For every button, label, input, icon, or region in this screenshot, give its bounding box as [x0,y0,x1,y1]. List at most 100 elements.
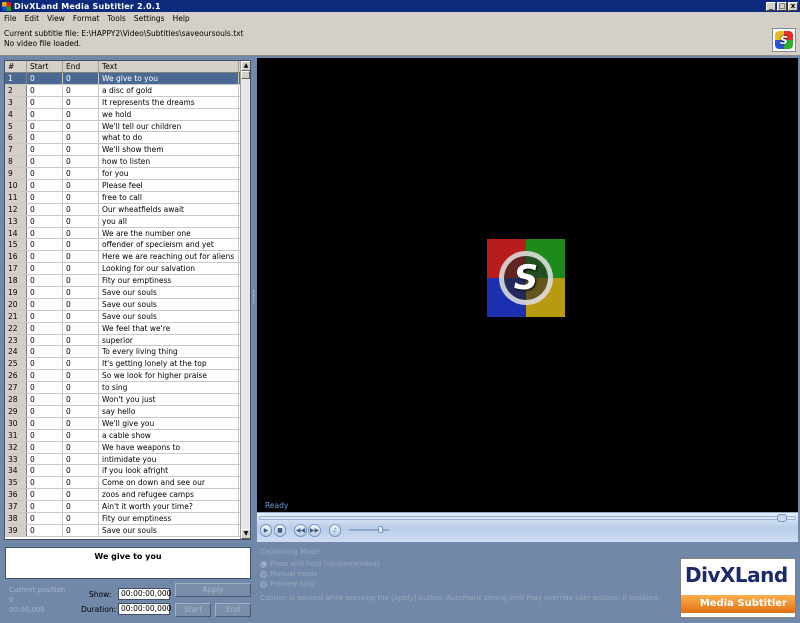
table-row[interactable]: 34 0 0 if you look afright [5,465,241,478]
table-row[interactable]: 200a disc of gold [5,84,241,97]
video-preview: S Ready [257,58,798,512]
table-row[interactable]: 21 0 0 Save our souls [5,310,241,323]
table-row[interactable]: 32 0 0 We have weapons to [5,441,241,454]
table-row[interactable]: 27 0 0 to sing [5,382,241,395]
column-header-text[interactable]: Text [99,61,239,72]
table-row[interactable]: 39 0 0 Save our souls [5,524,241,537]
table-row[interactable]: 16 0 0 Here we are reaching out for aliens [5,251,241,264]
panel-splitter[interactable] [252,60,256,540]
row-start: 0 [27,191,63,203]
minimize-button[interactable]: _ [766,1,776,11]
menu-file[interactable]: File [4,14,17,23]
table-row[interactable]: 15 0 0 offender of specieism and yet [5,239,241,252]
stop-icon[interactable]: ■ [274,524,286,537]
row-end: 0 [63,191,99,203]
menu-view[interactable]: View [47,14,65,23]
row-text: Won't you just [99,394,239,405]
table-row[interactable]: 9 0 0 for you [5,168,241,181]
table-row[interactable]: 4 0 0 we hold [5,108,241,121]
row-end: 0 [63,251,99,263]
row-number: 27 [5,382,27,394]
duration-field[interactable]: 00:00:00,000 [118,603,171,615]
row-start: 0 [27,239,63,251]
table-row[interactable]: 6 0 0 what to do [5,132,241,145]
splitter-grip[interactable] [253,290,255,304]
table-row[interactable]: 14 0 0 We are the number one [5,227,241,240]
menu-edit[interactable]: Edit [25,14,40,23]
table-row[interactable]: 29 0 0 say hello [5,405,241,418]
row-end: 0 [63,417,99,429]
next-icon[interactable]: ▶▶ [308,524,321,537]
table-row[interactable]: 37 0 0 Ain't it worth your time? [5,501,241,513]
table-row[interactable]: 23 0 0 superior [5,334,241,347]
table-row[interactable]: 28 0 0 Won't you just [5,394,241,406]
mode-manual[interactable]: Manual mode [260,570,318,578]
scroll-down-arrow-icon[interactable]: ▼ [241,529,250,539]
player-controls: ▶ ■ ◀◀ ▶▶ ♪ [257,512,798,542]
radio-icon[interactable] [260,580,267,588]
table-scrollbar[interactable]: ▲ ▼ [240,61,250,539]
scroll-up-arrow-icon[interactable]: ▲ [241,61,250,71]
end-button[interactable]: End [215,603,251,617]
table-row[interactable]: 24 0 0 To every living thing [5,346,241,359]
previous-icon[interactable]: ◀◀ [294,524,307,537]
table-row[interactable]: 19 0 0 Save our souls [5,287,241,299]
play-icon[interactable]: ▶ [260,524,272,537]
row-text: Save our souls [99,310,239,322]
mode-preview-only[interactable]: Preview only [260,580,314,588]
brand-product: Media Subtitler [681,595,795,613]
row-end: 0 [63,441,99,453]
radio-selected-icon[interactable] [260,560,267,568]
table-row[interactable]: 30 0 0 We'll give you [5,417,241,430]
volume-handle[interactable] [378,526,383,533]
start-button[interactable]: Start [175,603,211,617]
mute-icon[interactable]: ♪ [329,524,341,537]
volume-slider[interactable] [349,529,389,531]
seek-handle[interactable] [777,514,787,522]
table-row[interactable]: 11 0 0 free to call [5,191,241,204]
row-start: 0 [27,477,63,489]
table-row[interactable]: 22 0 0 We feel that we're [5,322,241,335]
menu-help[interactable]: Help [173,14,190,23]
mode-press-and-hold[interactable]: Press and hold (recommended) [260,560,380,568]
column-header-number[interactable]: # [5,61,27,72]
row-start: 0 [27,108,63,120]
seek-bar[interactable] [259,514,796,522]
row-start: 0 [27,322,63,334]
column-header-end[interactable]: End [63,61,99,72]
row-end: 0 [63,453,99,465]
table-row[interactable]: 33 0 0 intimidate you [5,453,241,466]
column-header-start[interactable]: Start [27,61,63,72]
table-row[interactable]: 8 0 0 how to listen [5,156,241,169]
table-row[interactable]: 10 0 0 Please feel [5,180,241,192]
radio-icon[interactable] [260,570,267,578]
table-row[interactable]: 5 0 0 We'll tell our children [5,120,241,133]
row-text: Fity our emptiness [99,512,239,524]
scrollbar-thumb[interactable] [241,71,250,79]
table-row[interactable]: 38 0 0 Fity our emptiness [5,512,241,525]
table-row[interactable]: 25 0 0 It's getting lonely at the top [5,358,241,371]
table-row[interactable]: 18 0 0 Fity our emptiness [5,275,241,288]
table-row[interactable]: 31 0 0 a cable show [5,429,241,442]
table-row[interactable]: 3 0 0 It represents the dreams [5,96,241,109]
row-text: you all [99,215,239,227]
table-row[interactable]: 17 0 0 Looking for our salvation [5,263,241,276]
row-end: 0 [63,84,99,96]
row-text: We'll show them [99,144,239,156]
apply-button[interactable]: Apply [175,583,251,597]
close-button[interactable]: x [788,1,798,11]
show-time-field[interactable]: 00:00:00,000 [118,588,171,600]
table-row[interactable]: 1 0 0 We give to you [5,73,241,85]
table-row[interactable]: 7 0 0 We'll show them [5,144,241,157]
table-row[interactable]: 13 0 0 you all [5,215,241,228]
menu-tools[interactable]: Tools [107,14,125,23]
menu-settings[interactable]: Settings [134,14,165,23]
maximize-button[interactable]: □ [777,1,787,11]
table-row[interactable]: 35 0 0 Come on down and see our [5,477,241,490]
table-row[interactable]: 20 0 0 Save our souls [5,298,241,311]
menu-format[interactable]: Format [73,14,99,23]
table-row[interactable]: 12 0 0 Our wheatfields await [5,203,241,216]
table-row[interactable]: 26 0 0 So we look for higher praise [5,370,241,383]
table-row[interactable]: 36 0 0 zoos and refugee camps [5,489,241,502]
row-number: 30 [5,417,27,429]
